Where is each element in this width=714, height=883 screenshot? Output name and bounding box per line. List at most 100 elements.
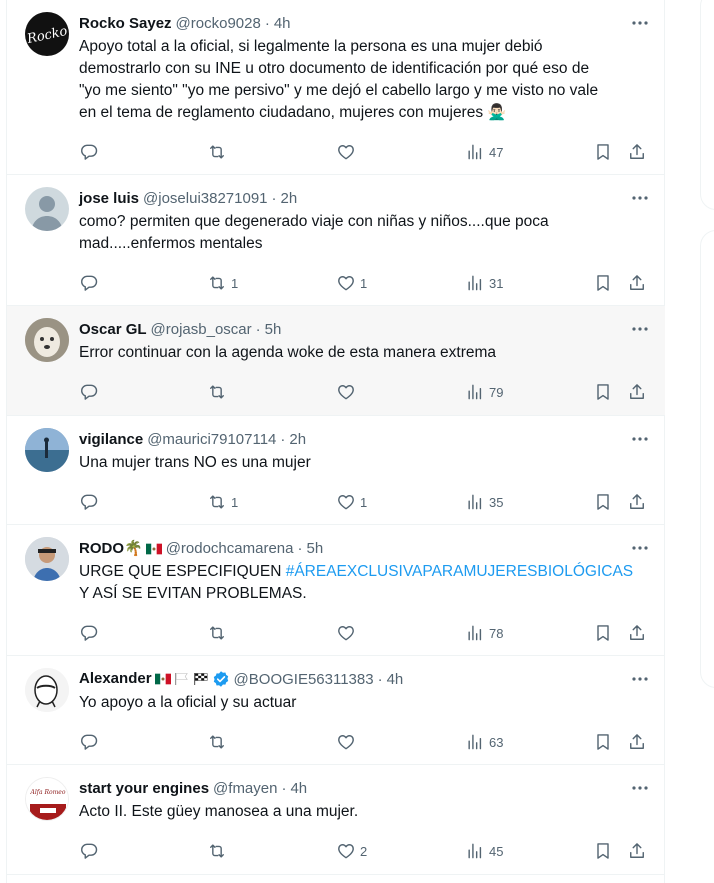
share-button[interactable] <box>627 621 647 645</box>
share-icon <box>627 382 647 402</box>
share-button[interactable] <box>627 730 647 754</box>
reply-button[interactable] <box>79 621 103 645</box>
tweet-header: vigilance @maurici79107114 · 2h <box>79 428 649 450</box>
avatar[interactable]: Alfa Romeo <box>25 777 69 821</box>
timestamp[interactable]: 2h <box>281 190 298 207</box>
display-name[interactable]: jose luis <box>79 190 139 207</box>
retweet-button[interactable] <box>207 730 231 754</box>
retweet-button[interactable] <box>207 621 231 645</box>
tweet-article[interactable]: vigilance @maurici79107114 · 2h Una muje… <box>7 416 665 525</box>
views-button[interactable]: 63 <box>465 730 503 754</box>
user-handle[interactable]: @fmayen <box>213 780 277 797</box>
like-button[interactable]: 1 <box>336 490 367 514</box>
share-button[interactable] <box>627 380 647 404</box>
display-name[interactable]: start your engines <box>79 780 209 797</box>
separator-dot: · <box>281 779 287 797</box>
action-bar: 2 45 <box>79 839 649 863</box>
sidebar-card <box>700 0 714 210</box>
retweet-button[interactable]: 1 <box>207 490 238 514</box>
tweet-article[interactable]: Rocko Rocko Sayez @rocko9028 · 4h Apoyo … <box>7 0 665 175</box>
tweet-article[interactable]: RODO🌴 @rodochcamarena · 5h URGE QUE ESPE… <box>7 525 665 656</box>
views-button[interactable]: 47 <box>465 140 503 164</box>
more-icon[interactable] <box>625 424 655 454</box>
retweet-button[interactable] <box>207 140 231 164</box>
user-handle[interactable]: @BOOGIE56311383 <box>234 671 374 688</box>
heart-icon <box>336 492 356 512</box>
tweet-article[interactable]: Oscar GL @rojasb_oscar · 5h Error contin… <box>7 306 665 416</box>
timestamp[interactable]: 4h <box>290 780 307 797</box>
timestamp[interactable]: 5h <box>306 540 323 557</box>
separator-dot: · <box>271 189 277 207</box>
user-handle[interactable]: @joselui38271091 <box>143 190 268 207</box>
verified-badge-icon[interactable] <box>212 670 230 688</box>
avatar[interactable] <box>25 668 69 712</box>
share-button[interactable] <box>627 490 647 514</box>
share-button[interactable] <box>627 271 647 295</box>
reply-button[interactable] <box>79 271 103 295</box>
bookmark-button[interactable] <box>593 839 613 863</box>
timestamp[interactable]: 2h <box>289 431 306 448</box>
timestamp[interactable]: 4h <box>387 671 404 688</box>
timestamp[interactable]: 4h <box>274 15 291 32</box>
like-button[interactable]: 2 <box>336 839 367 863</box>
bookmark-icon <box>593 382 613 402</box>
user-handle[interactable]: @rodochcamarena <box>166 540 294 557</box>
like-button[interactable] <box>336 140 360 164</box>
more-icon[interactable] <box>625 533 655 563</box>
bookmark-button[interactable] <box>593 380 613 404</box>
like-button[interactable] <box>336 730 360 754</box>
tweet-article[interactable]: jose luis @joselui38271091 · 2h como? pe… <box>7 175 665 306</box>
more-icon[interactable] <box>625 183 655 213</box>
like-button[interactable] <box>336 380 360 404</box>
display-name[interactable]: vigilance <box>79 431 143 448</box>
action-bar: 47 <box>79 140 649 164</box>
avatar[interactable]: Rocko <box>25 12 69 56</box>
avatar[interactable] <box>25 537 69 581</box>
views-count: 79 <box>489 384 504 400</box>
hashtag-link[interactable]: #ÁREAEXCLUSIVAPARAMUJERESBIOLÓGICAS <box>286 563 633 580</box>
share-button[interactable] <box>627 839 647 863</box>
tweet-text-line: demostrarlo con su INE u otro documento … <box>79 60 590 77</box>
views-button[interactable]: 45 <box>465 839 503 863</box>
reply-button[interactable] <box>79 730 103 754</box>
reply-button[interactable] <box>79 140 103 164</box>
avatar[interactable] <box>25 318 69 362</box>
like-button[interactable]: 1 <box>336 271 367 295</box>
retweet-button[interactable] <box>207 839 231 863</box>
views-button[interactable]: 35 <box>465 490 503 514</box>
user-handle[interactable]: @rojasb_oscar <box>151 321 252 338</box>
display-name[interactable]: Alexander <box>79 670 230 688</box>
bookmark-button[interactable] <box>593 271 613 295</box>
user-handle[interactable]: @rocko9028 <box>176 15 261 32</box>
tweet-header: RODO🌴 @rodochcamarena · 5h <box>79 537 649 559</box>
bookmark-button[interactable] <box>593 730 613 754</box>
display-name[interactable]: Rocko Sayez <box>79 15 172 32</box>
bookmark-button[interactable] <box>593 490 613 514</box>
timestamp[interactable]: 5h <box>265 321 282 338</box>
display-name[interactable]: RODO🌴 <box>79 539 162 557</box>
retweet-button[interactable] <box>207 380 231 404</box>
more-icon[interactable] <box>625 664 655 694</box>
tweet-article[interactable]: Alexander @BOOGIE56311383 · 4h Yo apoyo … <box>7 656 665 765</box>
avatar[interactable] <box>25 187 69 231</box>
views-button[interactable]: 78 <box>465 621 503 645</box>
more-icon[interactable] <box>625 8 655 38</box>
views-button[interactable]: 31 <box>465 271 503 295</box>
reply-button[interactable] <box>79 490 103 514</box>
reply-icon <box>79 841 99 861</box>
retweet-button[interactable]: 1 <box>207 271 238 295</box>
reply-button[interactable] <box>79 839 103 863</box>
avatar[interactable] <box>25 428 69 472</box>
more-icon[interactable] <box>625 314 655 344</box>
more-icon[interactable] <box>625 773 655 803</box>
display-name[interactable]: Oscar GL <box>79 321 147 338</box>
like-button[interactable] <box>336 621 360 645</box>
views-button[interactable]: 79 <box>465 380 503 404</box>
user-handle[interactable]: @maurici79107114 <box>147 431 276 448</box>
bookmark-button[interactable] <box>593 621 613 645</box>
reply-button[interactable] <box>79 380 103 404</box>
tweet-article[interactable]: Alfa Romeo start your engines @fmayen · … <box>7 765 665 875</box>
share-button[interactable] <box>627 140 647 164</box>
share-icon <box>627 732 647 752</box>
bookmark-button[interactable] <box>593 140 613 164</box>
